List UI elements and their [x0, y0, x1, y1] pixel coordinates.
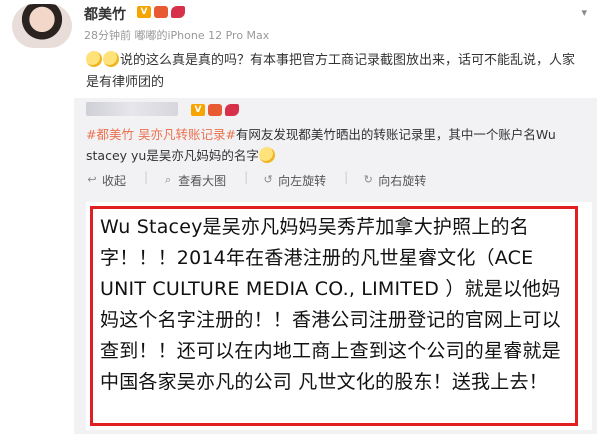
- weibo-post: 都美竹 V 28分钟前 嘟嘟的iPhone 12 Pro Max ▾ 说的这么真…: [0, 0, 597, 100]
- level-badge-icon: [208, 104, 222, 116]
- image-toolbar: ↩ 收起 | ⌕ 查看大图 | ↺ 向左旋转 | ↻ 向右旋转: [86, 170, 444, 190]
- repost-text: #都美竹 吴亦凡转账记录#有网友发现都美竹晒出的转账记录里，其中一个账户名Wu …: [86, 124, 591, 166]
- member-badge-icon: [171, 6, 185, 18]
- topic-tag-link[interactable]: #都美竹 吴亦凡转账记录#: [86, 127, 236, 142]
- rotate-left-label: 向左旋转: [278, 173, 327, 188]
- emoji-icon: [258, 147, 275, 163]
- divider: |: [244, 170, 249, 184]
- rotate-right-label: 向右旋转: [378, 173, 427, 188]
- divider: |: [344, 170, 349, 184]
- divider: |: [144, 170, 149, 184]
- post-meta: 28分钟前 嘟嘟的iPhone 12 Pro Max: [84, 29, 270, 42]
- image-caption-text: Wu Stacey是吴亦凡妈妈吴秀芹加拿大护照上的名字！！！2014年在香港注册…: [100, 216, 561, 393]
- repost-author[interactable]: [86, 102, 178, 120]
- blurred-username: [86, 102, 178, 116]
- vip-badge-icon: V: [191, 104, 205, 116]
- view-large-label: 查看大图: [178, 173, 227, 188]
- rotate-right-button[interactable]: ↻ 向右旋转: [362, 170, 444, 190]
- emoji-icon: [86, 51, 102, 67]
- rotate-left-button[interactable]: ↺ 向左旋转: [262, 170, 344, 190]
- rotate-right-icon: ↻: [363, 173, 373, 186]
- emoji-icon: [103, 51, 119, 67]
- view-large-button[interactable]: ⌕ 查看大图: [162, 170, 244, 190]
- vip-badge-icon: V: [137, 6, 151, 18]
- author-name[interactable]: 都美竹: [84, 4, 126, 24]
- member-badge-icon: [225, 104, 239, 116]
- comment-text: 说的这么真是真的吗？有本事把官方工商记录截图放出来，话可不能乱说，人家是有律师团…: [86, 53, 576, 90]
- post-comment: 说的这么真是真的吗？有本事把官方工商记录截图放出来，话可不能乱说，人家是有律师团…: [86, 50, 586, 94]
- chevron-down-icon[interactable]: ▾: [581, 6, 587, 19]
- collapse-icon: ↩: [87, 173, 97, 186]
- avatar[interactable]: [12, 4, 72, 48]
- level-badge-icon: [154, 6, 168, 18]
- collapse-button[interactable]: ↩ 收起: [86, 170, 144, 190]
- zoom-icon: ⌕: [164, 173, 172, 186]
- repost-card: V #都美竹 吴亦凡转账记录#有网友发现都美竹晒出的转账记录里，其中一个账户名W…: [74, 98, 597, 434]
- expanded-image[interactable]: Wu Stacey是吴亦凡妈妈吴秀芹加拿大护照上的名字！！！2014年在香港注册…: [86, 202, 592, 430]
- rotate-left-icon: ↺: [263, 173, 273, 186]
- collapse-label: 收起: [102, 173, 127, 188]
